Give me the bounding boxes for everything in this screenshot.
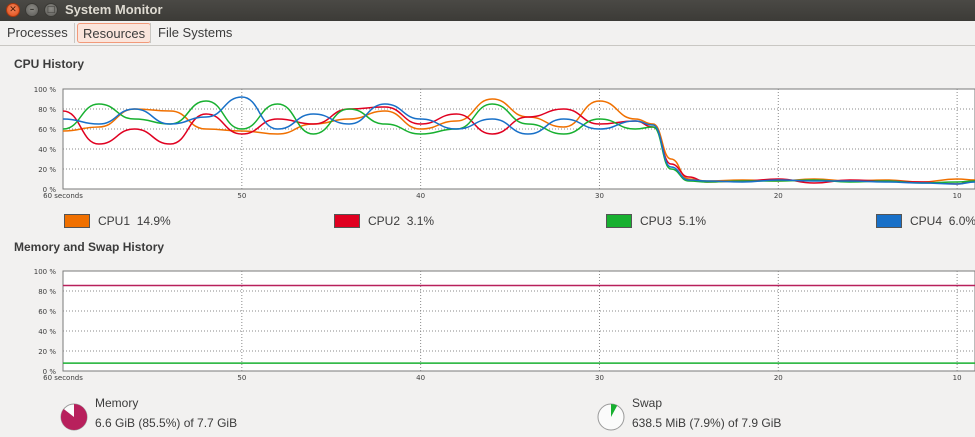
legend-cpu4-name: CPU4 (910, 214, 943, 228)
legend-cpu2-text: CPU2 3.1% (368, 214, 434, 228)
swap-label: Swap (632, 396, 663, 410)
memory-history-chart: 0 %20 %40 %60 %80 %100 %60 seconds 50 40 30… (34, 268, 975, 382)
memory-history-title: Memory and Swap History (14, 240, 165, 254)
cpu3-color-swatch[interactable] (606, 214, 632, 228)
memory-value: 6.6 GiB (85.5%) of 7.7 GiB (95, 416, 238, 430)
memory-x-tick-label: 50 (237, 374, 246, 382)
cpu-y-tick-label: 40 % (38, 146, 56, 154)
memory-x-tick-label: 20 (774, 374, 783, 382)
tab-processes[interactable]: Processes (2, 23, 73, 43)
tab-file-systems[interactable]: File Systems (153, 23, 237, 43)
cpu-x-tick-label: 10 (953, 192, 962, 200)
memory-y-tick-label: 40 % (38, 328, 56, 336)
memory-x-tick-label: 40 (416, 374, 425, 382)
cpu4-color-swatch[interactable] (876, 214, 902, 228)
memory-y-tick-label: 100 % (34, 268, 57, 276)
memory-x-tick-label: 60 seconds (43, 374, 83, 382)
cpu-y-tick-label: 20 % (38, 166, 56, 174)
cpu2-color-swatch[interactable] (334, 214, 360, 228)
cpu-x-tick-label: 30 (595, 192, 604, 200)
legend-cpu2-name: CPU2 (368, 214, 401, 228)
window-minimize-button[interactable]: – (25, 3, 39, 17)
cpu-y-tick-label: 100 % (34, 86, 57, 94)
memory-y-tick-label: 60 % (38, 308, 56, 316)
tab-divider (150, 23, 151, 43)
cpu-x-tick-label: 50 (237, 192, 246, 200)
cpu1-color-swatch[interactable] (64, 214, 90, 228)
cpu-x-tick-label: 20 (774, 192, 783, 200)
cpu-history-title: CPU History (14, 57, 85, 71)
legend-cpu1-name: CPU1 (98, 214, 131, 228)
memory-pie-icon[interactable] (59, 402, 89, 432)
window-titlebar: ✕ – □ System Monitor (0, 0, 975, 21)
minimize-icon: – (29, 5, 35, 15)
legend-cpu2-value: 3.1% (406, 214, 435, 228)
tab-resources[interactable]: Resources (77, 23, 152, 43)
memory-label: Memory (95, 396, 139, 410)
memory-x-tick-label: 10 (953, 374, 962, 382)
swap-value: 638.5 MiB (7.9%) of 7.9 GiB (632, 416, 782, 430)
memory-x-tick-label: 30 (595, 374, 604, 382)
cpu-history-chart: 0 %20 %40 %60 %80 %100 %60 seconds 50 40 30… (34, 86, 975, 200)
close-icon: ✕ (9, 5, 17, 15)
cpu-x-tick-label: 40 (416, 192, 425, 200)
legend-cpu1-text: CPU1 14.9% (98, 214, 171, 228)
legend-cpu3-name: CPU3 (640, 214, 673, 228)
memory-y-tick-label: 20 % (38, 348, 56, 356)
cpu-y-tick-label: 80 % (38, 106, 56, 114)
window-maximize-button[interactable]: □ (44, 3, 58, 17)
tab-divider (74, 23, 75, 43)
memory-y-tick-label: 80 % (38, 288, 56, 296)
window-close-button[interactable]: ✕ (6, 3, 20, 17)
tab-bar: Processes Resources File Systems (0, 21, 975, 46)
maximize-icon: □ (46, 5, 56, 15)
legend-cpu3-text: CPU3 5.1% (640, 214, 706, 228)
legend-cpu4-value: 6.0% (948, 214, 975, 228)
cpu-plot-area (62, 88, 975, 190)
swap-pie-icon[interactable] (596, 402, 626, 432)
cpu-y-tick-label: 60 % (38, 126, 56, 134)
legend-cpu3-value: 5.1% (678, 214, 707, 228)
cpu-x-tick-label: 60 seconds (43, 192, 83, 200)
legend-cpu1-value: 14.9% (136, 214, 171, 228)
legend-cpu4-text: CPU4 6.0% (910, 214, 975, 228)
window-title: System Monitor (65, 2, 163, 17)
